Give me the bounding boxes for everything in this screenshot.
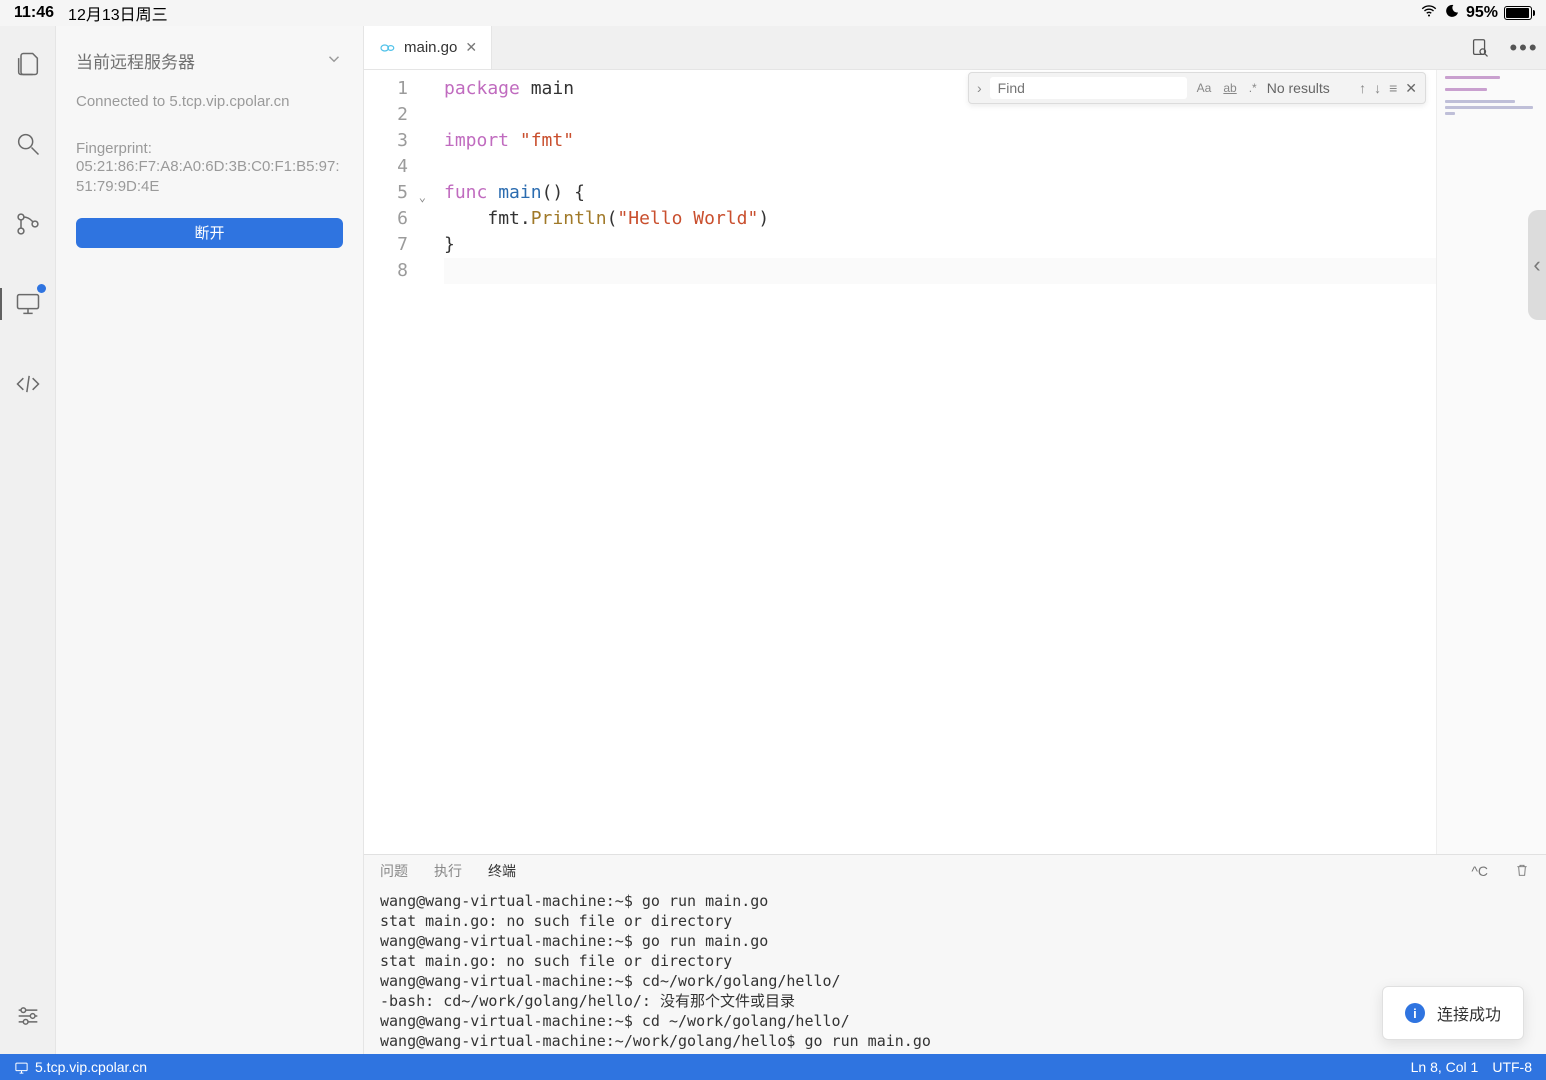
panel-tab-terminal[interactable]: 终端 [488, 861, 516, 881]
find-regex[interactable]: .* [1247, 81, 1259, 95]
search-icon[interactable] [8, 124, 48, 164]
explorer-icon[interactable] [8, 44, 48, 84]
chevron-down-icon[interactable] [325, 50, 343, 72]
info-icon: i [1405, 1003, 1425, 1023]
minimap[interactable] [1436, 70, 1546, 854]
settings-sliders-icon[interactable] [8, 996, 48, 1036]
more-icon[interactable]: ••• [1502, 26, 1546, 69]
code-line: fmt.Println("Hello World") [444, 206, 1436, 232]
ios-time: 11:46 [14, 4, 54, 22]
activity-bar [0, 26, 56, 1054]
battery-pct: 95% [1466, 4, 1498, 22]
find-match-case[interactable]: Aa [1195, 81, 1214, 95]
code-line: } [444, 232, 1436, 258]
find-input[interactable] [990, 77, 1187, 99]
editor-body: 12345⌄678 package mainimport "fmt"func m… [364, 70, 1546, 854]
toast-text: 连接成功 [1437, 1001, 1501, 1025]
status-remote[interactable]: 5.tcp.vip.cpolar.cn [14, 1059, 147, 1075]
ios-date: 12月13日周三 [68, 1, 168, 25]
code-line [444, 154, 1436, 180]
ios-status-bar: 11:46 12月13日周三 95% [0, 0, 1546, 26]
tab-close-icon[interactable]: ✕ [465, 39, 477, 56]
terminal-output[interactable]: wang@wang-virtual-machine:~$ go run main… [364, 887, 1546, 1054]
disconnect-button[interactable]: 断开 [76, 218, 343, 248]
code-line [444, 102, 1436, 128]
tab-main-go[interactable]: main.go ✕ [364, 26, 492, 69]
fingerprint-value: 05:21:86:F7:A8:A0:6D:3B:C0:F1:B5:97:51:7… [76, 157, 343, 198]
bottom-panel: 问题 执行 终端 ^C wang@wang-virtual-machine:~$… [364, 854, 1546, 1054]
find-result-text: No results [1267, 80, 1351, 96]
go-file-icon [378, 39, 396, 57]
panel-ctrl-c[interactable]: ^C [1471, 863, 1488, 879]
panel-tab-run[interactable]: 执行 [434, 861, 462, 881]
code-line: func main() { [444, 180, 1436, 206]
code-area[interactable]: package mainimport "fmt"func main() { fm… [418, 76, 1436, 854]
remote-icon[interactable] [8, 284, 48, 324]
find-selection-icon[interactable]: ≡ [1389, 80, 1397, 96]
editor-tab-bar: main.go ✕ ••• [364, 26, 1546, 70]
remote-indicator-dot [37, 284, 46, 293]
find-whole-word[interactable]: ab [1221, 81, 1238, 95]
find-widget: › Aa ab .* No results ↑ ↓ ≡ ✕ [968, 72, 1426, 104]
code-line: import "fmt" [444, 128, 1436, 154]
panel-tab-problems[interactable]: 问题 [380, 861, 408, 881]
source-control-icon[interactable] [8, 204, 48, 244]
line-number-gutter: 12345⌄678 [364, 76, 418, 854]
status-lncol[interactable]: Ln 8, Col 1 [1411, 1059, 1479, 1075]
remote-side-panel: 当前远程服务器 Connected to 5.tcp.vip.cpolar.cn… [56, 26, 364, 1054]
find-prev-icon[interactable]: ↑ [1359, 80, 1366, 96]
right-drawer-handle[interactable]: ‹ [1528, 210, 1546, 320]
tab-filename: main.go [404, 39, 457, 56]
status-encoding[interactable]: UTF-8 [1492, 1059, 1532, 1075]
search-file-icon[interactable] [1458, 26, 1502, 69]
fingerprint-label: Fingerprint: [76, 140, 343, 157]
connected-host-text: Connected to 5.tcp.vip.cpolar.cn [76, 93, 343, 110]
wifi-icon [1420, 2, 1438, 25]
find-next-icon[interactable]: ↓ [1374, 80, 1381, 96]
find-expand-icon[interactable]: › [977, 80, 982, 96]
code-line [444, 258, 1436, 284]
code-icon[interactable] [8, 364, 48, 404]
battery-icon [1504, 6, 1532, 20]
moon-icon [1444, 3, 1460, 24]
panel-title: 当前远程服务器 [76, 48, 195, 73]
panel-trash-icon[interactable] [1514, 862, 1530, 881]
find-close-icon[interactable]: ✕ [1405, 80, 1417, 97]
connection-toast: i 连接成功 [1382, 986, 1524, 1040]
status-bar: 5.tcp.vip.cpolar.cn Ln 8, Col 1 UTF-8 [0, 1054, 1546, 1080]
